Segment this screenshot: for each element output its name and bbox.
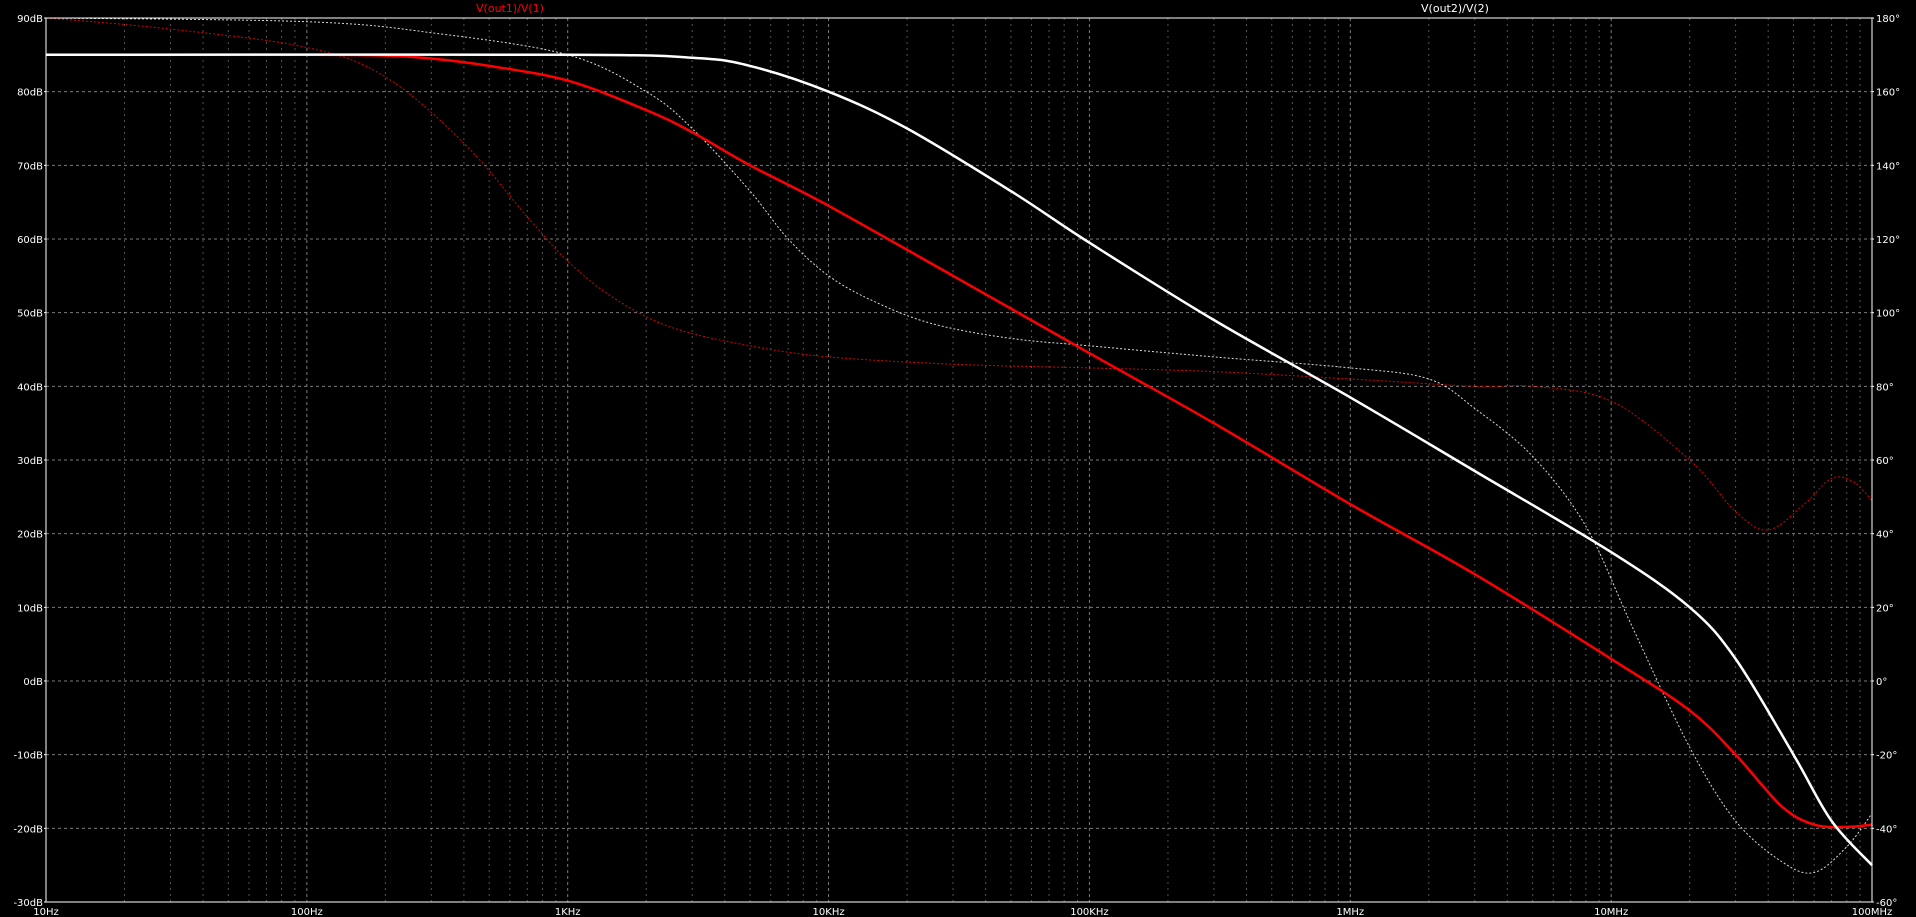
y-right-tick-label: 60° [1876, 456, 1894, 467]
y-right-tick-label: 160° [1876, 88, 1900, 99]
y-left-tick-label: 0dB [23, 677, 43, 688]
y-right-tick-label: -40° [1876, 824, 1897, 835]
y-right-tick-label: 20° [1876, 603, 1894, 614]
y-left-tick-label: 90dB [17, 14, 43, 25]
x-tick-label: 1KHz [555, 907, 581, 917]
y-left-tick-label: 60dB [17, 235, 43, 246]
bode-plot: 10Hz 100Hz 1KHz 10KHz 100KHz 1MHz 10MHz 100MHz9… [0, 0, 1916, 917]
y-left-tick-label: 70dB [17, 161, 43, 172]
y-left-tick-label: 10dB [17, 603, 43, 614]
x-tick-label: 100KHz [1070, 907, 1108, 917]
y-right-tick-label: 140° [1876, 161, 1900, 172]
legend-entry-out2: V(out2)/V(2) [1421, 2, 1489, 15]
legend-entry-out1: V(out1)/V(1) [476, 2, 544, 15]
x-tick-label: 100Hz [291, 907, 323, 917]
y-right-tick-label: 100° [1876, 309, 1900, 320]
x-tick-label: 1MHz [1336, 907, 1364, 917]
y-right-tick-label: 0° [1876, 677, 1887, 688]
y-right-tick-label: 80° [1876, 382, 1894, 393]
y-left-tick-label: 50dB [17, 309, 43, 320]
y-left-tick-label: 40dB [17, 382, 43, 393]
y-right-tick-label: 40° [1876, 530, 1894, 541]
x-tick-label: 10KHz [813, 907, 845, 917]
y-left-tick-label: 30dB [17, 456, 43, 467]
plot-background [0, 0, 1916, 917]
y-left-tick-label: 80dB [17, 88, 43, 99]
y-right-tick-label: -60° [1876, 898, 1897, 909]
y-left-tick-label: -10dB [13, 751, 43, 762]
y-left-tick-label: -20dB [13, 824, 43, 835]
y-left-tick-label: 20dB [17, 530, 43, 541]
y-right-tick-label: 180° [1876, 14, 1900, 25]
y-left-tick-label: -30dB [13, 898, 43, 909]
x-tick-label: 10MHz [1594, 907, 1628, 917]
y-right-tick-label: 120° [1876, 235, 1900, 246]
y-right-tick-label: -20° [1876, 751, 1897, 762]
